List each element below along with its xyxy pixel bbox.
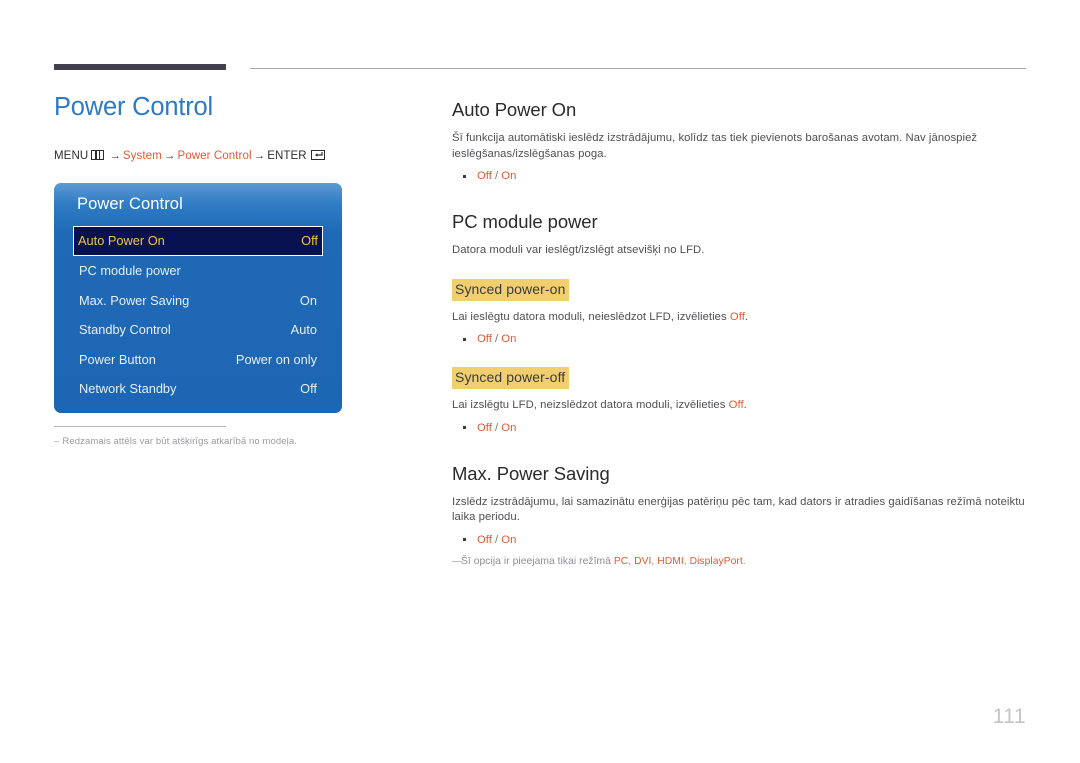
option-on: On [501, 533, 517, 546]
osd-row-value: Auto [290, 322, 317, 337]
osd-row-label: Standby Control [79, 322, 171, 337]
section-heading-max-power-saving: Max. Power Saving [452, 462, 610, 484]
footnote-dash: – [54, 436, 60, 447]
sub-body-text-after: . [744, 310, 749, 323]
option-item: Off / On [452, 168, 1030, 184]
osd-row-label: PC module power [79, 263, 181, 278]
subsection-body-synced-power-on: Lai ieslēgtu datora moduli, neieslēdzot … [452, 310, 1030, 326]
page-header-rules [0, 0, 1080, 90]
osd-row-label: Auto Power On [78, 233, 165, 248]
note-text-after: . [742, 555, 746, 567]
sub-body-text-before: Lai ieslēgtu datora moduli, neieslēdzot … [452, 310, 730, 323]
option-separator: / [491, 421, 502, 434]
osd-menu-panel: Power Control Auto Power On Off PC modul… [54, 183, 342, 413]
option-list-synced-power-on: Off / On [452, 331, 1030, 347]
subsection-body-synced-power-off: Lai izslēgtu LFD, neizslēdzot datora mod… [452, 398, 1030, 414]
osd-row-value: Off [301, 233, 318, 248]
option-separator: / [491, 333, 502, 345]
breadcrumb-item-system[interactable]: System [123, 150, 162, 162]
option-separator: / [491, 533, 502, 546]
osd-row-value: Power on only [235, 351, 317, 367]
header-accent-bar [54, 64, 226, 70]
breadcrumb-arrow-2: → [163, 150, 176, 162]
osd-row-auto-power-on[interactable]: Auto Power On Off [73, 226, 323, 256]
breadcrumb-arrow-3: → [253, 150, 266, 162]
section-body-auto-power-on: Šī funkcija automātiski ieslēdz izstrādā… [452, 132, 978, 160]
breadcrumb-enter-label: ENTER [267, 150, 307, 162]
note-text-before: Šī opcija ir pieejama tikai režīmā [461, 555, 614, 567]
option-off: Off [477, 333, 492, 345]
osd-row-pc-module-power[interactable]: PC module power [75, 256, 321, 286]
option-item: Off / On [452, 532, 1030, 548]
figure-footnote: – Redzamais attēls var būt atšķirīgs atka… [54, 426, 384, 447]
footnote-divider [54, 426, 226, 427]
subheading-synced-power-on: Synced power-on [452, 278, 570, 301]
section-body-pc-module-power: Datora moduli var ieslēgt/izslēgt atsevi… [452, 244, 705, 256]
left-column: Power Control MENU → System → Power Control →… [54, 92, 414, 163]
option-separator: / [491, 170, 502, 182]
osd-row-label: Max. Power Saving [79, 292, 190, 308]
page-title: Power Control [54, 93, 213, 121]
osd-row-max-power-saving[interactable]: Max. Power Saving On [75, 286, 321, 316]
option-list-max-power-saving: Off / On [452, 532, 1030, 548]
sub-body-highlight-word: Off [728, 399, 744, 411]
footnote-text: Redzamais attēls var būt atšķirīgs atkar… [62, 436, 297, 447]
note-mode-hdmi: HDMI [657, 555, 684, 567]
breadcrumb: MENU → System → Power Control → ENTER [54, 149, 414, 163]
osd-row-label: Power Button [79, 351, 156, 367]
note-mode-displayport: DisplayPort [689, 555, 743, 567]
note-mode-pc: PC [613, 555, 629, 567]
osd-row-list: Auto Power On Off PC module power Max. P… [54, 226, 342, 404]
osd-row-value: Off [300, 381, 317, 396]
breadcrumb-item-power-control[interactable]: Power Control [177, 150, 251, 162]
osd-row-value: On [299, 292, 317, 308]
header-divider-line [250, 68, 1026, 69]
page-number: 111 [992, 705, 1026, 728]
option-off: Off [477, 170, 492, 182]
osd-row-network-standby[interactable]: Network Standby Off [75, 374, 321, 404]
right-column: Auto Power On Šī funkcija automātiski ie… [452, 98, 1030, 569]
osd-row-power-button[interactable]: Power Button Power on only [75, 345, 321, 375]
option-list-auto-power-on: Off / On [452, 168, 1030, 184]
option-on: On [501, 421, 517, 434]
option-off: Off [477, 421, 492, 434]
breadcrumb-menu-label: MENU [54, 150, 89, 162]
section-body-max-power-saving: Izslēdz izstrādājumu, lai samazinātu ene… [452, 495, 1025, 524]
note-dash: — [452, 555, 463, 567]
note-mode-dvi: DVI [634, 555, 652, 567]
sub-body-highlight-word: Off [729, 310, 745, 323]
section-heading-pc-module-power: PC module power [452, 211, 598, 232]
section-heading-auto-power-on: Auto Power On [452, 99, 577, 120]
footnote-text-row: – Redzamais attēls var būt atšķirīgs atka… [54, 436, 384, 447]
option-on: On [501, 170, 517, 182]
osd-panel-title: Power Control [77, 195, 183, 213]
subheading-synced-power-off: Synced power-off [452, 367, 570, 389]
sub-body-text-after: . [743, 399, 747, 411]
menu-grid-icon [91, 150, 105, 160]
breadcrumb-arrow-1: → [109, 150, 121, 162]
sub-body-text-before: Lai izslēgtu LFD, neizslēdzot datora mod… [452, 399, 729, 411]
osd-row-label: Network Standby [79, 381, 177, 396]
option-item: Off / On [452, 420, 1030, 436]
option-list-synced-power-off: Off / On [452, 420, 1030, 436]
option-item: Off / On [452, 331, 1030, 347]
osd-row-standby-control[interactable]: Standby Control Auto [75, 315, 321, 345]
option-off: Off [477, 533, 492, 546]
availability-note: —Šī opcija ir pieejama tikai režīmā PC, … [452, 555, 1030, 569]
option-on: On [501, 333, 517, 345]
enter-key-icon [310, 150, 325, 160]
